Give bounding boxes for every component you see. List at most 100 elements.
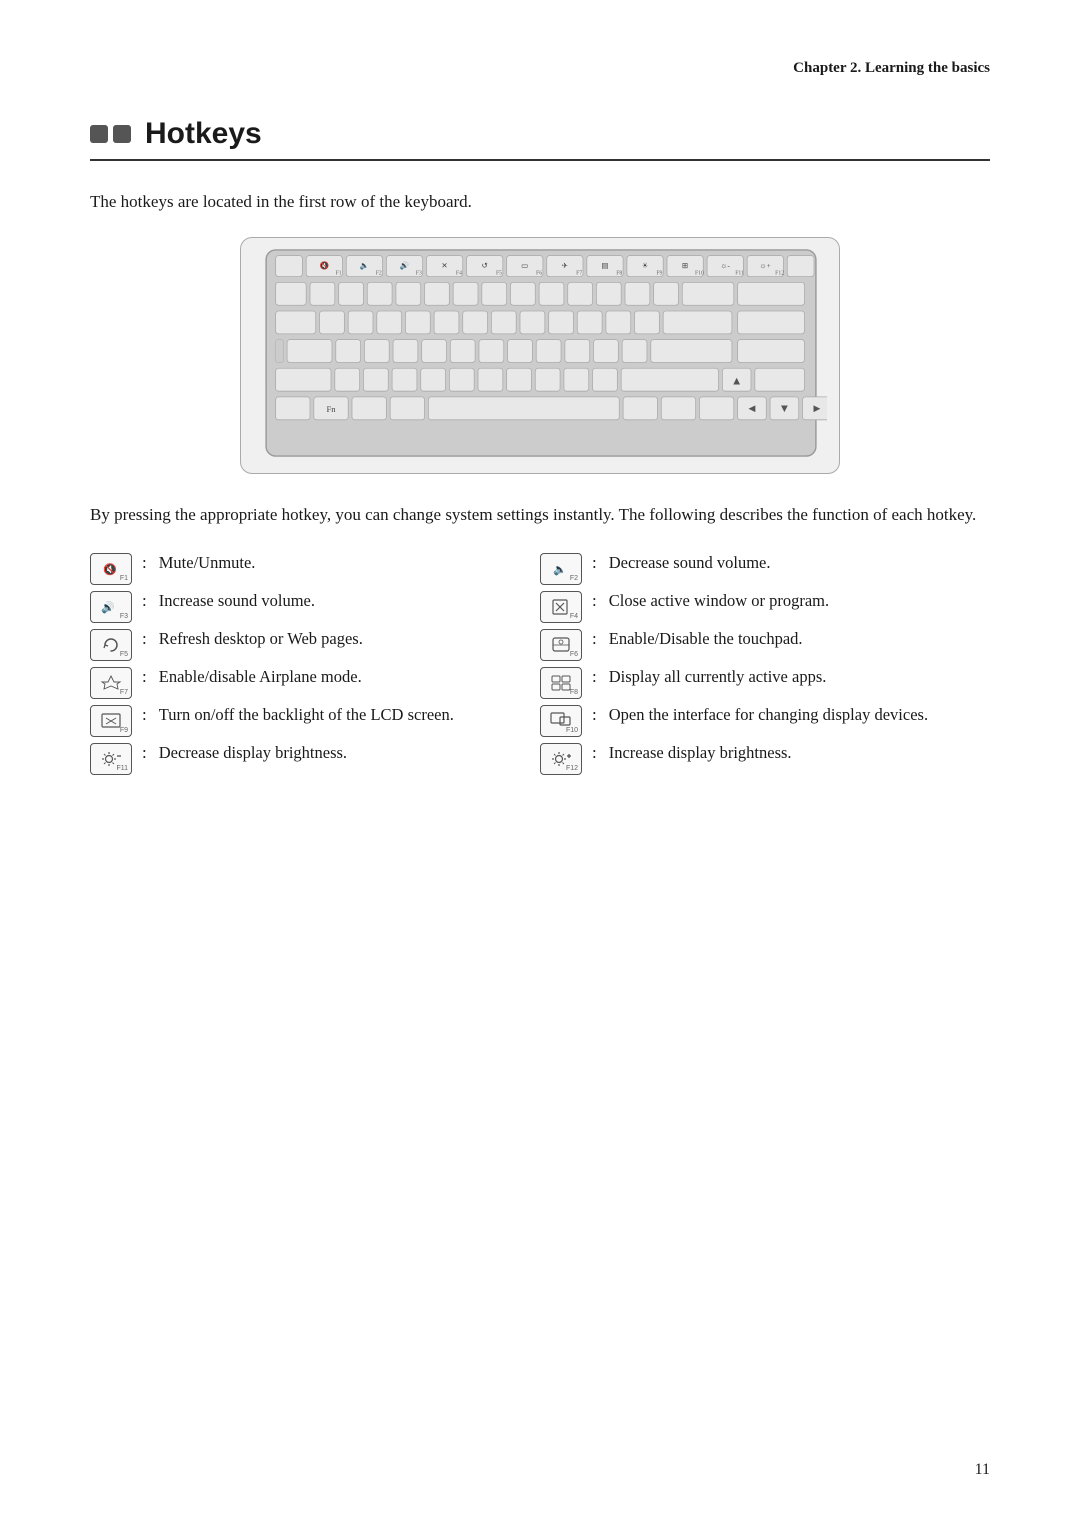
body-text: By pressing the appropriate hotkey, you … <box>90 502 990 528</box>
hk-cell-bright-up: F12 : Increase display brightness. <box>540 741 990 775</box>
svg-text:▲: ▲ <box>731 376 742 388</box>
hk-cell-airplane: F7 : Enable/disable Airplane mode. <box>90 665 540 699</box>
vol-down-icon: 🔈 F2 <box>540 553 582 585</box>
hk-cell-backlight: F9 : Turn on/off the backlight of the LC… <box>90 703 540 737</box>
page-number: 11 <box>975 1461 990 1479</box>
hk-row-5: F9 : Turn on/off the backlight of the LC… <box>90 703 990 737</box>
hk-cell-close: F4 : Close active window or program. <box>540 589 990 623</box>
svg-text:🔈: 🔈 <box>360 261 370 270</box>
svg-text:☀: ☀ <box>642 261 649 270</box>
keyboard-svg: 🔇 F1 🔈 F2 🔊 F3 ✕ F4 ↺ F5 ▭ F6 ✈ F <box>255 248 827 458</box>
svg-text:✕: ✕ <box>441 261 447 270</box>
svg-text:☼-: ☼- <box>720 261 730 270</box>
section-heading: Hotkeys <box>90 117 990 161</box>
svg-text:🔇: 🔇 <box>320 261 330 270</box>
svg-text:F7: F7 <box>576 271 582 277</box>
svg-text:◄: ◄ <box>746 404 757 416</box>
apps-icon: F8 <box>540 667 582 699</box>
svg-text:🔊: 🔊 <box>400 260 410 270</box>
hk-cell-refresh: F5 : Refresh desktop or Web pages. <box>90 627 540 661</box>
hk-cell-vol-up: 🔊 F3 : Increase sound volume. <box>90 589 540 623</box>
svg-text:F12: F12 <box>775 271 784 277</box>
hk-colon-1: : <box>142 553 147 573</box>
hk-text-bright-down: Decrease display brightness. <box>159 741 520 766</box>
close-window-icon: F4 <box>540 591 582 623</box>
hk-cell-vol-down: 🔈 F2 : Decrease sound volume. <box>540 551 990 585</box>
heading-icons <box>90 125 131 143</box>
hk-text-backlight: Turn on/off the backlight of the LCD scr… <box>159 703 520 728</box>
hk-row-1: 🔇 F1 : Mute/Unmute. 🔈 F2 : Decrease soun… <box>90 551 990 585</box>
brightness-down-icon: F11 <box>90 743 132 775</box>
hk-colon-12: : <box>592 743 597 763</box>
heading-icon-dot-2 <box>113 125 131 143</box>
svg-text:F2: F2 <box>376 271 382 277</box>
hk-colon-9: : <box>142 705 147 725</box>
backlight-icon: F9 <box>90 705 132 737</box>
hk-text-touchpad: Enable/Disable the touchpad. <box>609 627 990 652</box>
keyboard-wrapper: 🔇 F1 🔈 F2 🔊 F3 ✕ F4 ↺ F5 ▭ F6 ✈ F <box>240 237 840 474</box>
svg-text:☼+: ☼+ <box>760 261 771 270</box>
svg-text:🔊: 🔊 <box>101 600 115 614</box>
brightness-up-icon: F12 <box>540 743 582 775</box>
intro-text: The hotkeys are located in the first row… <box>90 189 990 215</box>
hk-text-display: Open the interface for changing display … <box>609 703 990 728</box>
hk-cell-apps: F8 : Display all currently active apps. <box>540 665 990 699</box>
keyboard-image: 🔇 F1 🔈 F2 🔊 F3 ✕ F4 ↺ F5 ▭ F6 ✈ F <box>240 237 840 474</box>
svg-text:F11: F11 <box>735 271 744 277</box>
hk-colon-8: : <box>592 667 597 687</box>
hk-colon-10: : <box>592 705 597 725</box>
hk-colon-6: : <box>592 629 597 649</box>
hk-text-airplane: Enable/disable Airplane mode. <box>159 665 520 690</box>
hk-colon-5: : <box>142 629 147 649</box>
svg-text:▤: ▤ <box>601 261 608 270</box>
svg-text:F6: F6 <box>536 271 542 277</box>
vol-up-icon: 🔊 F3 <box>90 591 132 623</box>
hk-row-3: F5 : Refresh desktop or Web pages. F6 <box>90 627 990 661</box>
svg-text:F8: F8 <box>616 271 622 277</box>
svg-text:🔇: 🔇 <box>103 563 117 576</box>
hk-colon-7: : <box>142 667 147 687</box>
svg-text:↺: ↺ <box>481 261 488 270</box>
touchpad-icon: F6 <box>540 629 582 661</box>
hotkeys-grid: 🔇 F1 : Mute/Unmute. 🔈 F2 : Decrease soun… <box>90 551 990 775</box>
display-devices-icon: F10 <box>540 705 582 737</box>
hk-text-vol-up: Increase sound volume. <box>159 589 520 614</box>
svg-text:🔈: 🔈 <box>553 564 567 576</box>
heading-icon-dot-1 <box>90 125 108 143</box>
svg-text:F4: F4 <box>456 271 462 277</box>
hk-colon-3: : <box>142 591 147 611</box>
hk-row-6: F11 : Decrease display brightness. <box>90 741 990 775</box>
hk-cell-mute: 🔇 F1 : Mute/Unmute. <box>90 551 540 585</box>
hk-colon-2: : <box>592 553 597 573</box>
hk-row-2: 🔊 F3 : Increase sound volume. F4 <box>90 589 990 623</box>
svg-text:Fn: Fn <box>326 405 336 415</box>
mute-icon: 🔇 F1 <box>90 553 132 585</box>
hk-text-bright-up: Increase display brightness. <box>609 741 990 766</box>
hk-text-close: Close active window or program. <box>609 589 990 614</box>
svg-text:F3: F3 <box>416 271 422 277</box>
hk-cell-display: F10 : Open the interface for changing di… <box>540 703 990 737</box>
hk-cell-bright-down: F11 : Decrease display brightness. <box>90 741 540 775</box>
chapter-title: Chapter 2. Learning the basics <box>793 60 990 76</box>
svg-text:✈: ✈ <box>562 261 569 270</box>
svg-text:F1: F1 <box>336 271 342 277</box>
svg-text:F5: F5 <box>496 271 502 277</box>
svg-text:F10: F10 <box>695 271 704 277</box>
airplane-icon: F7 <box>90 667 132 699</box>
hk-text-apps: Display all currently active apps. <box>609 665 990 690</box>
hk-colon-11: : <box>142 743 147 763</box>
hk-colon-4: : <box>592 591 597 611</box>
hk-text-refresh: Refresh desktop or Web pages. <box>159 627 520 652</box>
svg-text:⊞: ⊞ <box>682 261 688 270</box>
hk-cell-touchpad: F6 : Enable/Disable the touchpad. <box>540 627 990 661</box>
hk-text-vol-down: Decrease sound volume. <box>609 551 990 576</box>
svg-text:▼: ▼ <box>779 404 790 416</box>
chapter-header: Chapter 2. Learning the basics <box>90 60 990 77</box>
svg-text:►: ► <box>811 404 822 416</box>
page: Chapter 2. Learning the basics Hotkeys T… <box>0 0 1080 1529</box>
hk-text-mute: Mute/Unmute. <box>159 551 520 576</box>
hk-row-4: F7 : Enable/disable Airplane mode. F8 <box>90 665 990 699</box>
section-title: Hotkeys <box>145 117 262 151</box>
svg-text:▭: ▭ <box>521 261 528 270</box>
refresh-icon: F5 <box>90 629 132 661</box>
